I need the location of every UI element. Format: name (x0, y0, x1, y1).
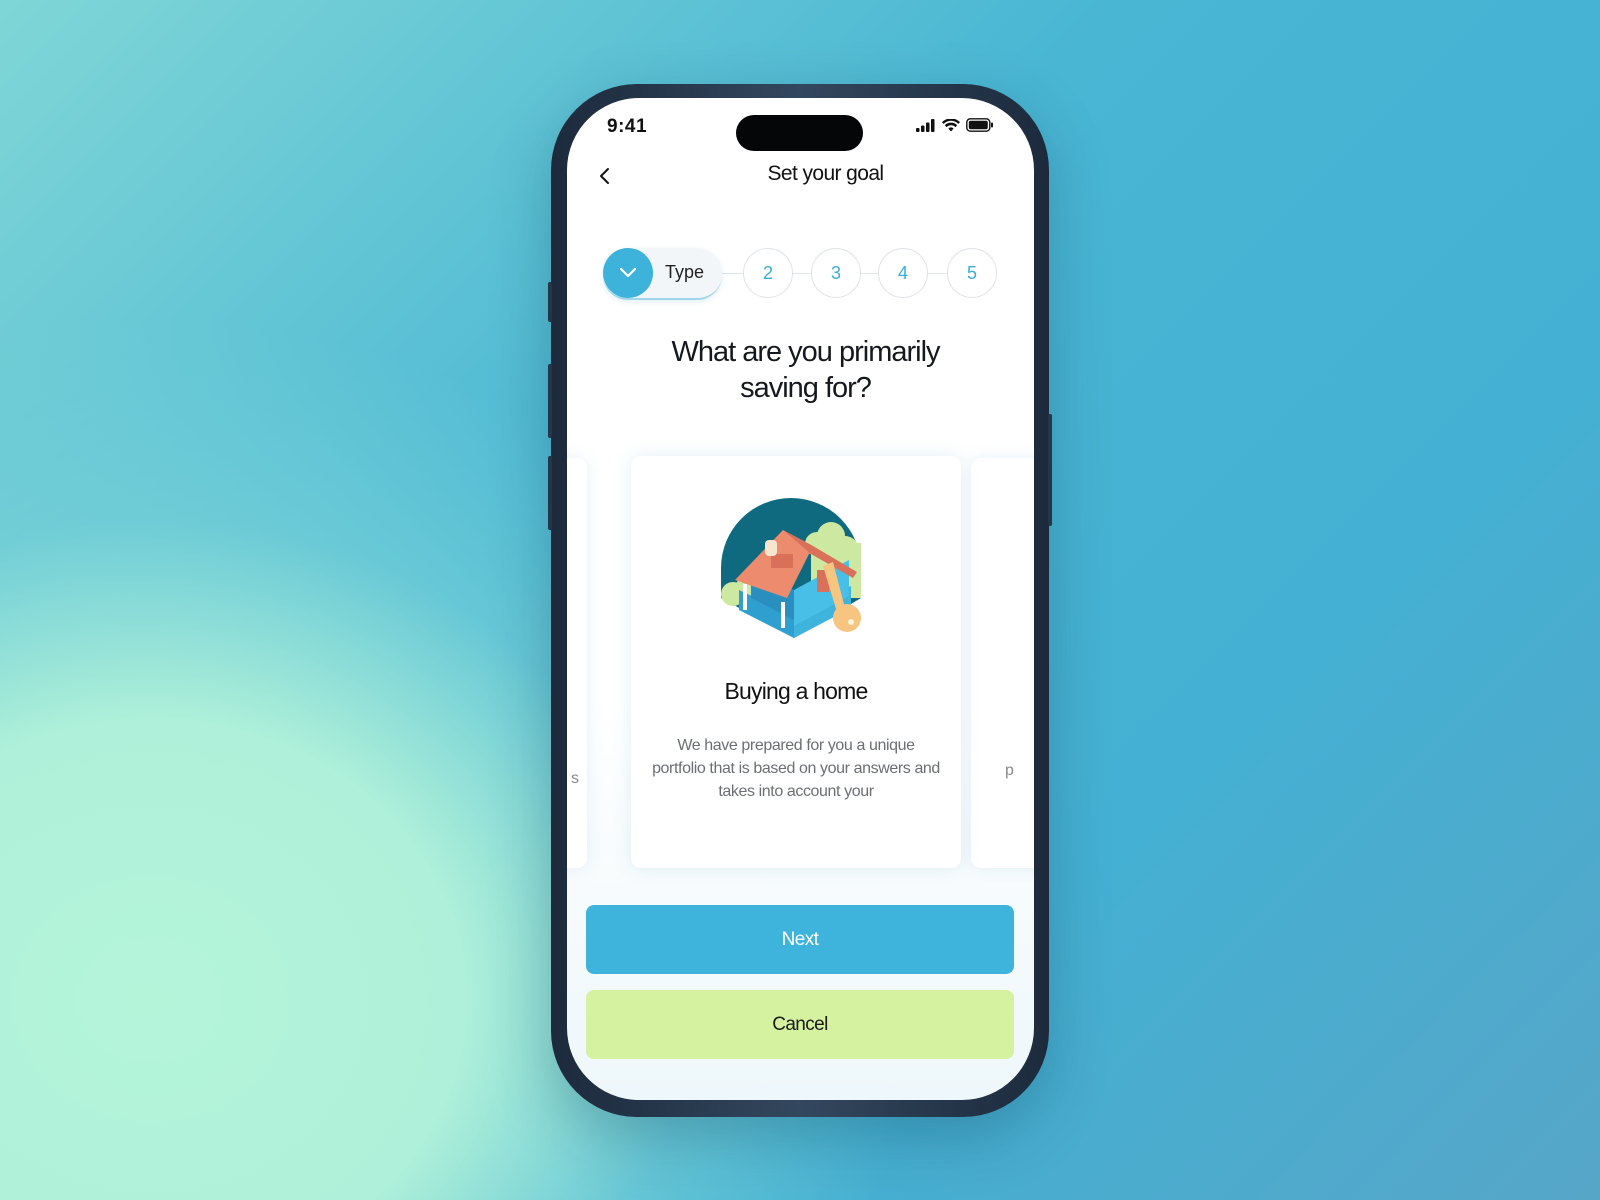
next-card-text: p (1005, 762, 1014, 779)
step-5[interactable]: 5 (947, 248, 997, 298)
app-screen: 9:41 Set your goal Type 2 3 4 5 What are… (567, 98, 1034, 1100)
volume-up-button (548, 364, 552, 438)
phone-frame: 9:41 Set your goal Type 2 3 4 5 What are… (548, 84, 1052, 1117)
step-check (603, 248, 653, 298)
goal-card-buying-home[interactable]: Buying a home We have prepared for you a… (631, 456, 961, 868)
cancel-button[interactable]: Cancel (586, 990, 1014, 1059)
step-4[interactable]: 4 (878, 248, 928, 298)
wifi-icon (942, 118, 960, 131)
goal-stepper: Type 2 3 4 5 (603, 248, 997, 300)
status-icons (916, 118, 994, 132)
card-title: Buying a home (724, 678, 868, 704)
dynamic-island (736, 115, 863, 151)
previous-card-text: s (571, 770, 579, 787)
power-button (1048, 414, 1052, 526)
goal-card-next[interactable]: p (971, 458, 1034, 868)
mute-switch (548, 282, 552, 322)
chevron-down-icon (619, 267, 637, 278)
status-time: 9:41 (607, 116, 648, 137)
next-button[interactable]: Next (586, 905, 1014, 974)
volume-down-button (548, 456, 552, 530)
question-line-2: saving for? (740, 372, 872, 404)
step-2[interactable]: 2 (743, 248, 793, 298)
card-description: We have prepared for you a unique portfo… (652, 737, 940, 800)
page-title: Set your goal (767, 162, 885, 185)
step-1-type[interactable]: Type (603, 248, 722, 300)
question-heading: What are you primarily saving for? (567, 334, 1034, 406)
goal-card-previous[interactable]: s (567, 458, 587, 868)
question-line-1: What are you primarily (671, 336, 940, 368)
house-with-key-illustration (721, 498, 861, 638)
step-3[interactable]: 3 (811, 248, 861, 298)
battery-icon (966, 118, 993, 132)
signal-icon (916, 118, 935, 132)
step-label: Type (665, 262, 705, 282)
